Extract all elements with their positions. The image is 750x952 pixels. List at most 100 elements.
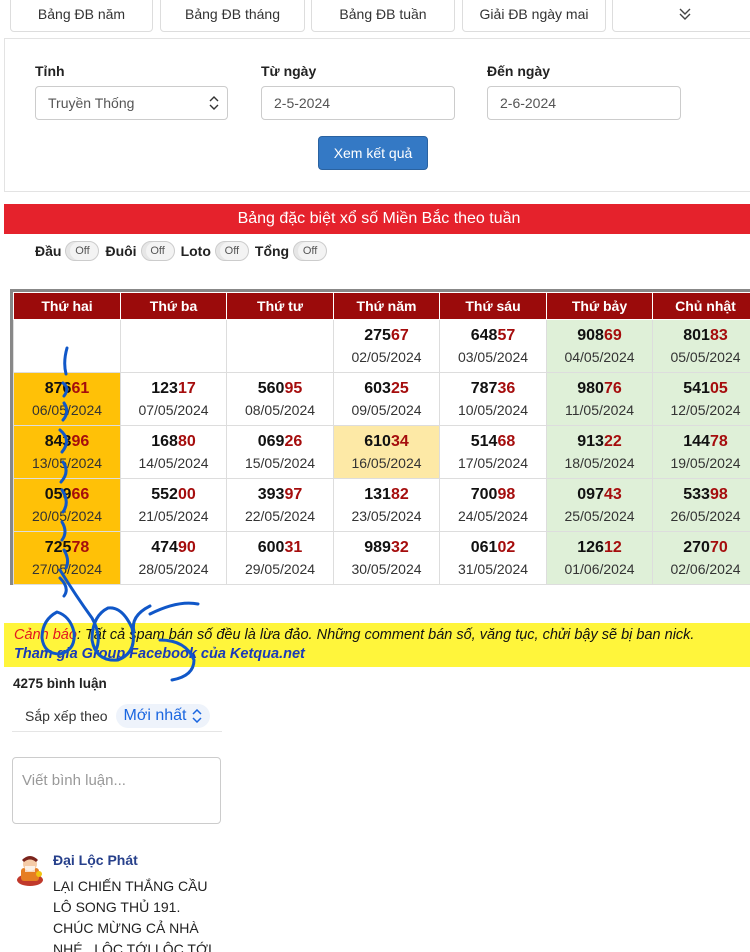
result-cell: 60325 09/05/2024 — [333, 372, 440, 426]
number-last-two-digits: 32 — [390, 539, 409, 556]
number-prefix: 648 — [470, 327, 498, 344]
draw-date: 31/05/2024 — [457, 561, 529, 577]
comment-author[interactable]: Đại Lộc Phát — [53, 852, 138, 868]
number-prefix: 913 — [577, 433, 604, 450]
result-cell: 14478 19/05/2024 — [652, 425, 750, 479]
tab-weekly[interactable]: Bảng ĐB tuần — [311, 0, 455, 32]
toggle-loto-switch[interactable]: Off — [214, 241, 249, 261]
province-select[interactable]: Truyền Thống — [35, 86, 228, 120]
tab-tomorrow[interactable]: Giải ĐB ngày mai — [462, 0, 606, 32]
toggle-head-label: Đầu — [35, 243, 62, 259]
special-prize-number: 39397 — [227, 485, 333, 505]
draw-date: 22/05/2024 — [244, 508, 316, 524]
special-prize-number: 87661 — [14, 379, 120, 399]
toggle-tail-switch[interactable]: Off — [140, 241, 175, 261]
comment-sort-row: Sắp xếp theo Mới nhất — [12, 700, 222, 732]
number-last-two-digits: 61 — [71, 380, 90, 397]
draw-date: 05/05/2024 — [670, 349, 741, 365]
to-date-label: Đến ngày — [487, 63, 551, 79]
result-cell: 51468 17/05/2024 — [439, 425, 547, 479]
table-title: Bảng đặc biệt xổ số Miền Bắc theo tuần — [4, 204, 750, 234]
number-last-two-digits: 69 — [603, 327, 622, 344]
result-cell: 13182 23/05/2024 — [333, 478, 440, 532]
draw-date: 20/05/2024 — [31, 508, 103, 524]
toggle-head-switch[interactable]: Off — [65, 241, 100, 261]
draw-date: 30/05/2024 — [351, 561, 422, 577]
number-prefix: 061 — [470, 539, 498, 556]
special-prize-number: 78736 — [440, 379, 546, 399]
special-prize-number: 27567 — [334, 326, 439, 346]
special-prize-number: 56095 — [227, 379, 333, 399]
special-prize-number: 54105 — [653, 379, 750, 399]
result-cell: 98076 11/05/2024 — [546, 372, 653, 426]
number-prefix: 610 — [364, 433, 391, 450]
sort-select[interactable]: Mới nhất — [115, 703, 211, 728]
view-results-button[interactable]: Xem kết quả — [318, 136, 428, 170]
number-last-two-digits: 31 — [284, 539, 303, 556]
avatar — [17, 856, 43, 886]
draw-date: 06/05/2024 — [31, 402, 103, 418]
result-cell: 06102 31/05/2024 — [439, 531, 547, 585]
special-prize-number: 16880 — [121, 432, 226, 452]
results-table-frame: Thứ hai Thứ ba Thứ tư Thứ năm Thứ sáu Th… — [10, 289, 750, 585]
number-last-two-digits: 43 — [603, 486, 622, 503]
draw-date: 02/05/2024 — [351, 349, 422, 365]
draw-date: 14/05/2024 — [138, 455, 209, 471]
to-date-value: 2-6-2024 — [500, 95, 557, 111]
special-prize-number: 06102 — [440, 538, 546, 558]
tab-label: Giải ĐB ngày mai — [479, 6, 589, 22]
result-cell: 64857 03/05/2024 — [439, 319, 547, 373]
special-prize-number: 14478 — [653, 432, 750, 452]
result-cell: 05966 20/05/2024 — [13, 478, 121, 532]
from-date-input[interactable]: 2-5-2024 — [261, 86, 455, 120]
more-tabs-button[interactable] — [612, 0, 750, 32]
number-prefix: 144 — [683, 433, 710, 450]
special-prize-number: 98076 — [547, 379, 652, 399]
draw-date: 04/05/2024 — [564, 349, 635, 365]
column-header: Thứ hai — [13, 292, 121, 320]
number-last-two-digits: 25 — [390, 380, 409, 397]
to-date-input[interactable]: 2-6-2024 — [487, 86, 681, 120]
number-last-two-digits: 83 — [709, 327, 728, 344]
number-last-two-digits: 22 — [603, 433, 622, 450]
draw-date: 27/05/2024 — [31, 561, 103, 577]
number-prefix: 787 — [470, 380, 498, 397]
number-last-two-digits: 67 — [390, 327, 409, 344]
draw-date: 10/05/2024 — [457, 402, 529, 418]
select-arrows-icon — [192, 708, 203, 723]
number-last-two-digits: 96 — [71, 433, 90, 450]
result-cell: 91322 18/05/2024 — [546, 425, 653, 479]
number-last-two-digits: 97 — [284, 486, 303, 503]
number-prefix: 541 — [683, 380, 710, 397]
filter-panel: Tỉnh Truyền Thống Từ ngày 2-5-2024 Đến n… — [4, 38, 750, 192]
draw-date: 01/06/2024 — [564, 561, 635, 577]
column-header: Thứ tư — [226, 292, 334, 320]
double-chevron-down-icon — [679, 8, 690, 20]
toggle-sum-label: Tổng — [254, 243, 290, 259]
number-prefix: 560 — [257, 380, 285, 397]
column-header: Thứ năm — [333, 292, 440, 320]
number-last-two-digits: 26 — [284, 433, 303, 450]
warning-text: : Tất cả spam bán số đều là lừa đảo. Nhữ… — [76, 627, 695, 643]
number-last-two-digits: 78 — [709, 433, 728, 450]
special-prize-number: 05966 — [14, 485, 120, 505]
tab-monthly[interactable]: Bảng ĐB tháng — [160, 0, 305, 32]
number-prefix: 131 — [364, 486, 391, 503]
toggle-sum-switch[interactable]: Off — [293, 241, 328, 261]
number-prefix: 843 — [44, 433, 72, 450]
tab-yearly[interactable]: Bảng ĐB năm — [10, 0, 153, 32]
result-cell: 39397 22/05/2024 — [226, 478, 334, 532]
toggle-row: Đầu Off Đuôi Off Loto Off Tổng Off — [35, 240, 329, 262]
toggle-loto-label: Loto — [180, 243, 211, 259]
draw-date: 12/05/2024 — [670, 402, 741, 418]
warning-banner: Cảnh báo: Tất cả spam bán số đều là lừa … — [4, 623, 750, 667]
number-last-two-digits: 82 — [390, 486, 409, 503]
result-cell: 60031 29/05/2024 — [226, 531, 334, 585]
province-select-value: Truyền Thống — [48, 95, 135, 111]
facebook-group-link[interactable]: Tham gia Group Facebook của Ketqua.net — [14, 646, 305, 662]
select-arrows-icon — [209, 96, 219, 110]
comment-input[interactable]: Viết bình luận... — [12, 757, 221, 824]
draw-date: 07/05/2024 — [138, 402, 209, 418]
draw-date: 24/05/2024 — [457, 508, 529, 524]
number-last-two-digits: 00 — [177, 486, 196, 503]
